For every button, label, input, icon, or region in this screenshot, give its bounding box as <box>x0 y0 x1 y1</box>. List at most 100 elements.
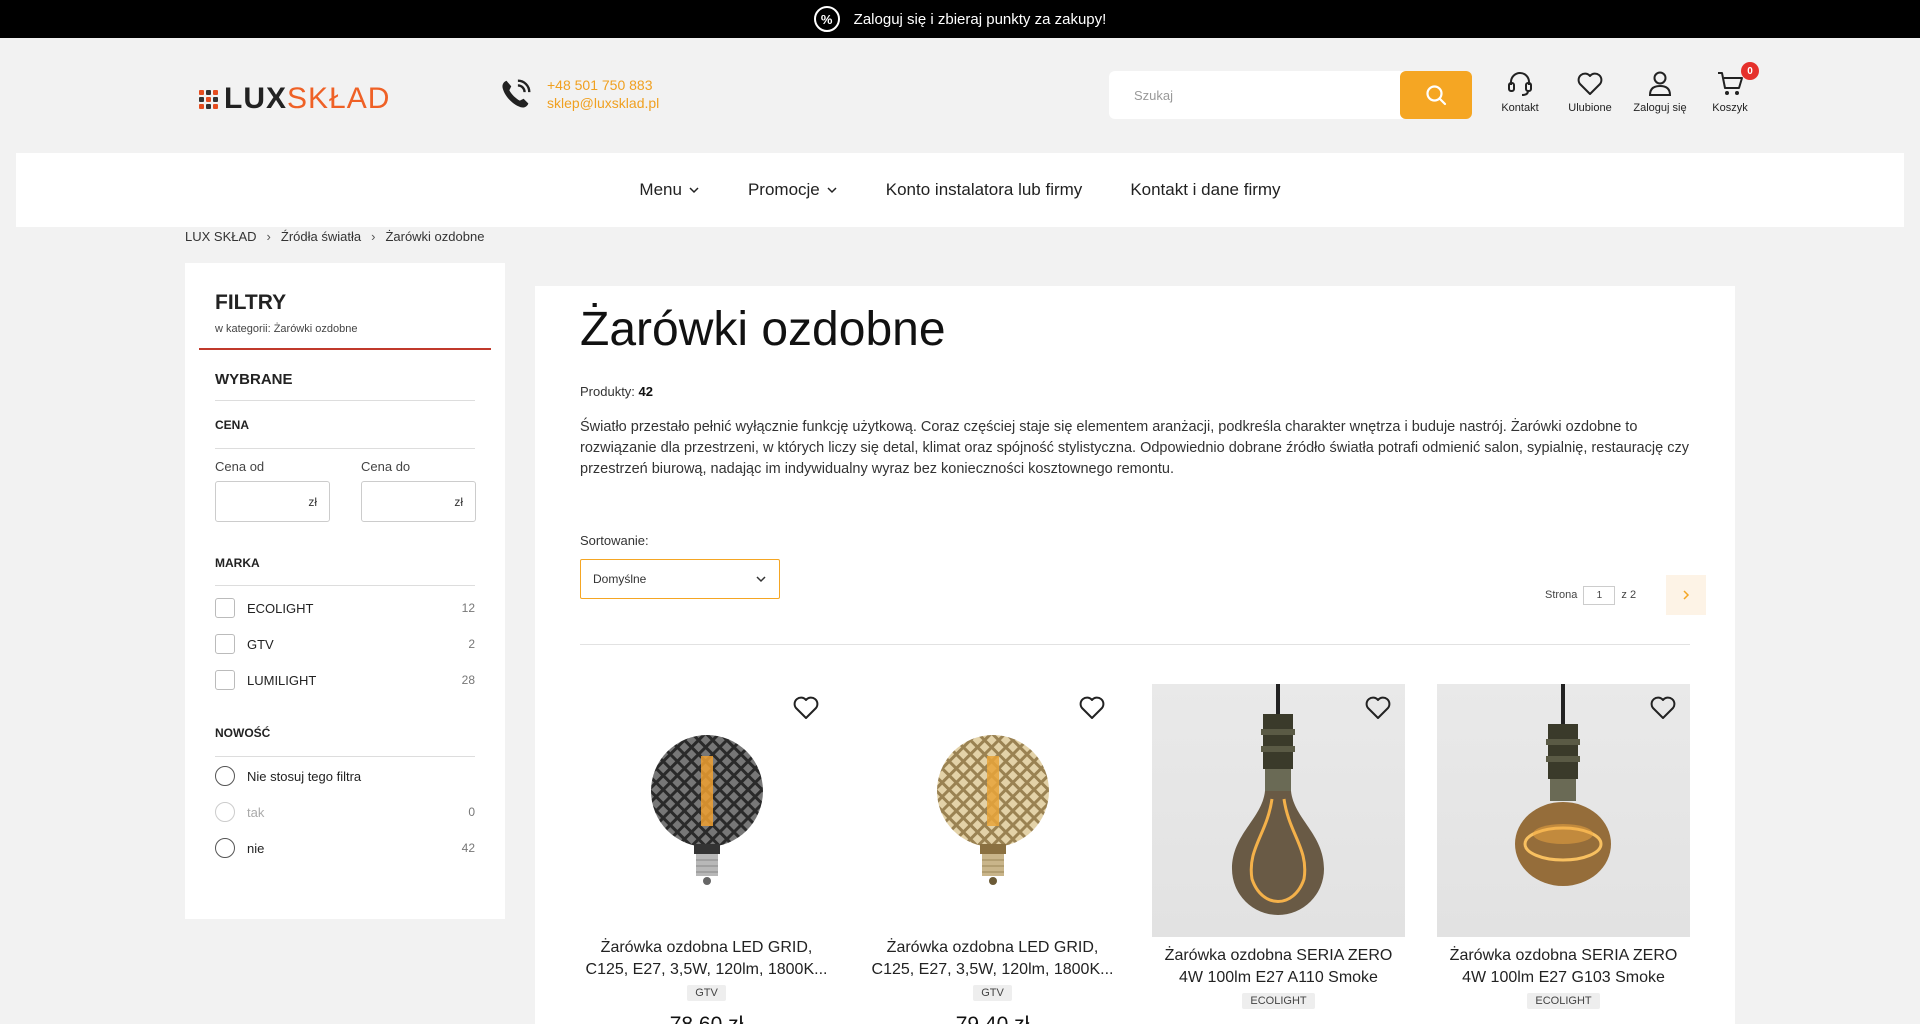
checkbox[interactable] <box>215 670 235 690</box>
product-image[interactable] <box>1437 684 1690 937</box>
product-card[interactable]: Żarówka ozdobna LED GRID, C125, E27, 3,5… <box>866 684 1119 1024</box>
nav-contact-label: Kontakt i dane firmy <box>1130 180 1281 199</box>
divider <box>215 756 475 757</box>
search-bar <box>1109 71 1472 119</box>
novelty-option-label: nie <box>247 840 265 856</box>
contact-button[interactable]: Kontakt <box>1485 68 1555 114</box>
checkbox[interactable] <box>215 598 235 618</box>
sort-select[interactable]: Domyślne <box>580 559 780 599</box>
filters-subtitle: w kategorii: Żarówki ozdobne <box>215 323 358 335</box>
breadcrumb-light-sources[interactable]: Źródła światła <box>281 229 361 244</box>
divider <box>580 644 1690 645</box>
filters-panel: FILTRY w kategorii: Żarówki ozdobne WYBR… <box>185 263 505 919</box>
currency-label: zł <box>454 494 463 509</box>
category-description: Światło przestało pełnić wyłącznie funkc… <box>580 419 1689 477</box>
price-to-input[interactable]: zł <box>361 481 476 522</box>
cart-button[interactable]: 0 Koszyk <box>1695 62 1765 114</box>
promo-bar[interactable]: % Zaloguj się i zbieraj punkty za zakupy… <box>0 0 1920 38</box>
search-input[interactable] <box>1109 71 1400 119</box>
search-icon <box>1426 85 1447 106</box>
heart-icon[interactable] <box>1363 692 1393 722</box>
brand-option-count: 2 <box>468 637 475 651</box>
product-name[interactable]: Żarówka ozdobna SERIA ZERO 4W 100lm E27 … <box>1152 945 1405 989</box>
checkbox[interactable] <box>215 634 235 654</box>
nav-installer-label: Konto instalatora lub firmy <box>885 180 1083 199</box>
radio-button[interactable] <box>215 766 235 786</box>
phone-icon <box>502 79 531 108</box>
heart-icon[interactable] <box>1648 692 1678 722</box>
nav-menu[interactable]: Menu <box>639 180 700 200</box>
nav-promotions[interactable]: Promocje <box>748 180 838 200</box>
cart-label: Koszyk <box>1712 102 1748 114</box>
user-icon <box>1648 71 1672 96</box>
novelty-option-count: 42 <box>461 841 475 855</box>
cart-count-badge: 0 <box>1741 62 1759 80</box>
nav-contact[interactable]: Kontakt i dane firmy <box>1130 180 1280 200</box>
novelty-option[interactable]: nie 42 <box>215 838 475 858</box>
heart-icon[interactable] <box>791 692 821 722</box>
chevron-right-icon: › <box>371 229 376 244</box>
product-name[interactable]: Żarówka ozdobna SERIA ZERO 4W 100lm E27 … <box>1437 945 1690 989</box>
selected-filters-heading: WYBRANE <box>215 371 293 388</box>
brand-option-label: LUMILIGHT <box>247 672 317 688</box>
product-image[interactable] <box>580 684 833 937</box>
brand-option[interactable]: ECOLIGHT 12 <box>215 598 475 618</box>
next-page-button[interactable] <box>1666 575 1707 615</box>
product-brand-badge: ECOLIGHT <box>1242 993 1315 1009</box>
product-price: 79,40 zł <box>866 1013 1119 1024</box>
divider <box>215 448 475 449</box>
page-total: z 2 <box>1621 589 1637 601</box>
radio-button[interactable] <box>215 838 235 858</box>
chevron-down-icon <box>756 576 766 583</box>
chevron-down-icon <box>827 187 837 194</box>
price-to-label: Cena do <box>361 459 411 474</box>
sort-select-value: Domyślne <box>593 572 647 586</box>
filters-divider <box>199 348 491 350</box>
nav-installer-account[interactable]: Konto instalatora lub firmy <box>886 180 1083 200</box>
product-name[interactable]: Żarówka ozdobna LED GRID, C125, E27, 3,5… <box>866 937 1119 981</box>
page-input[interactable]: 1 <box>1583 585 1616 605</box>
brand-option[interactable]: GTV 2 <box>215 634 475 654</box>
price-from-input[interactable]: zł <box>215 481 330 522</box>
product-image[interactable] <box>866 684 1119 937</box>
login-button[interactable]: Zaloguj się <box>1625 68 1695 114</box>
promo-text: Zaloguj się i zbieraj punkty za zakupy! <box>853 10 1107 28</box>
search-button[interactable] <box>1400 71 1472 119</box>
divider <box>215 400 475 401</box>
sort-label: Sortowanie: <box>580 533 649 548</box>
products-count-label: Produkty: <box>580 384 635 399</box>
heart-icon <box>1577 72 1603 95</box>
novelty-option-label: tak <box>247 804 265 820</box>
brand-option-label: GTV <box>247 636 274 652</box>
novelty-option[interactable]: Nie stosuj tego filtra <box>215 766 475 786</box>
novelty-heading: NOWOŚĆ <box>215 726 271 740</box>
main-nav: Menu Promocje Konto instalatora lub firm… <box>16 153 1904 227</box>
logo-text: LUXSKŁAD <box>224 82 391 115</box>
radio-button <box>215 802 235 822</box>
product-card[interactable]: Żarówka ozdobna LED GRID, C125, E27, 3,5… <box>580 684 833 1024</box>
contact-info: +48 501 750 883 sklep@luxsklad.pl <box>497 75 659 113</box>
product-image[interactable] <box>1152 684 1405 937</box>
breadcrumb: LUX SKŁAD › Źródła światła › Żarówki ozd… <box>185 229 484 244</box>
breadcrumb-home[interactable]: LUX SKŁAD <box>185 229 257 244</box>
chevron-right-icon <box>1683 590 1690 600</box>
products-count: Produkty: 42 <box>580 384 653 399</box>
header-icons: Kontakt Ulubione Zaloguj się 0 Koszyk <box>1485 62 1765 114</box>
contact-label: Kontakt <box>1501 102 1539 114</box>
page-title: Żarówki ozdobne <box>580 303 946 356</box>
breadcrumb-current: Żarówki ozdobne <box>385 229 485 244</box>
product-card[interactable]: Żarówka ozdobna SERIA ZERO 4W 100lm E27 … <box>1152 684 1405 1009</box>
favorites-button[interactable]: Ulubione <box>1555 68 1625 114</box>
product-card[interactable]: Żarówka ozdobna SERIA ZERO 4W 100lm E27 … <box>1437 684 1690 1009</box>
brand-option[interactable]: LUMILIGHT 28 <box>215 670 475 690</box>
nav-promotions-label: Promocje <box>747 180 820 199</box>
email-link[interactable]: sklep@luxsklad.pl <box>547 95 659 111</box>
product-name[interactable]: Żarówka ozdobna LED GRID, C125, E27, 3,5… <box>580 937 833 981</box>
logo[interactable]: LUXSKŁAD <box>199 82 390 116</box>
page-label: Strona <box>1545 589 1578 601</box>
products-count-value: 42 <box>638 384 654 399</box>
price-heading: CENA <box>215 418 250 432</box>
heart-icon[interactable] <box>1077 692 1107 722</box>
phone-link[interactable]: +48 501 750 883 <box>547 77 659 93</box>
brand-option-count: 28 <box>461 673 475 687</box>
